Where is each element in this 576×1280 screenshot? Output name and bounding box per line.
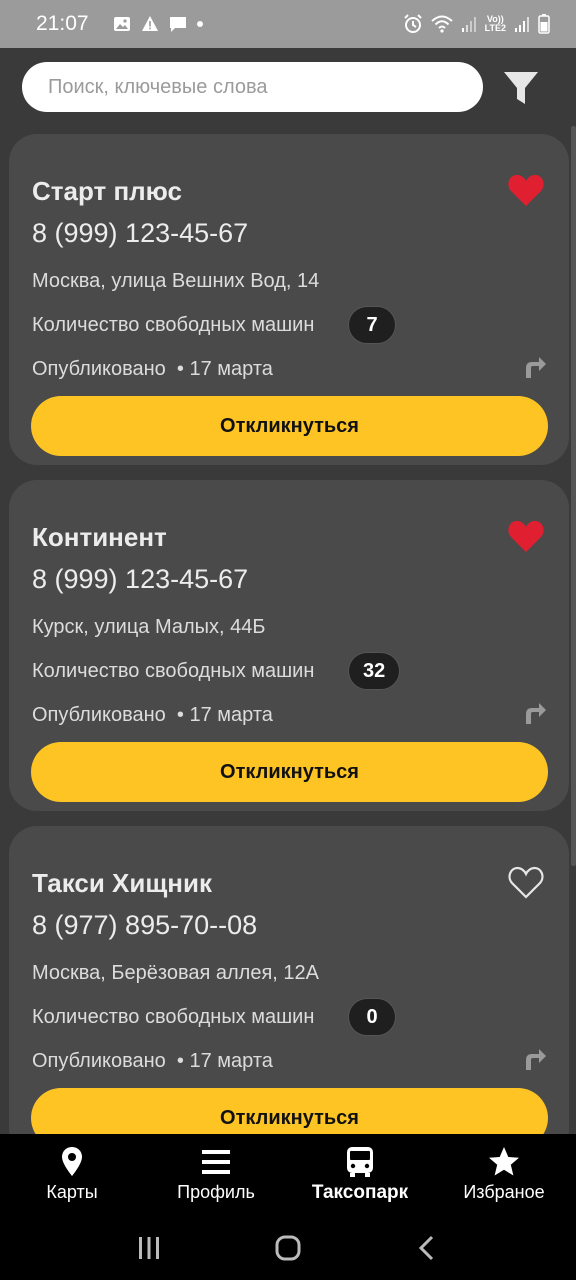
card-title: Такси Хищник bbox=[32, 868, 212, 898]
card-phone[interactable]: 8 (999) 123-45-67 bbox=[32, 218, 248, 249]
bus-icon bbox=[347, 1147, 373, 1177]
heart-filled-icon[interactable] bbox=[507, 518, 545, 554]
bottom-nav: Карты Профиль Таксопарк Избраное bbox=[0, 1134, 576, 1216]
share-arrow-icon[interactable] bbox=[523, 354, 547, 380]
alarm-icon bbox=[403, 14, 422, 33]
nav-item-maps[interactable]: Карты bbox=[0, 1134, 144, 1216]
volte-lte2-icon: Vo)) LTE2 bbox=[485, 15, 506, 33]
card-address: Москва, улица Вешних Вод, 14 bbox=[32, 270, 320, 292]
share-arrow-icon[interactable] bbox=[523, 1046, 547, 1072]
dot-icon bbox=[196, 21, 203, 27]
respond-button[interactable]: Откликнуться bbox=[31, 742, 548, 802]
search-input[interactable]: Поиск, ключевые слова bbox=[22, 62, 483, 112]
card-phone[interactable]: 8 (977) 895-70--08 bbox=[32, 910, 257, 941]
image-icon bbox=[113, 17, 130, 31]
status-bar: 21:07 Vo)) LTE2 bbox=[0, 0, 576, 48]
taxi-park-card: Старт плюс 8 (999) 123-45-67 Москва, ули… bbox=[9, 134, 569, 465]
free-cars-count-badge: 32 bbox=[348, 652, 401, 690]
chat-icon bbox=[169, 17, 186, 32]
filter-icon[interactable] bbox=[502, 68, 540, 108]
search-row: Поиск, ключевые слова bbox=[22, 62, 542, 112]
warning-icon bbox=[141, 16, 158, 31]
nav-label: Карты bbox=[46, 1182, 98, 1202]
published-date: Опубликовано • 17 марта bbox=[32, 704, 273, 726]
nav-label: Профиль bbox=[177, 1182, 255, 1202]
scrollbar[interactable] bbox=[571, 126, 576, 866]
menu-icon bbox=[202, 1150, 230, 1174]
system-nav-bar bbox=[0, 1216, 576, 1280]
network-label-bottom: LTE2 bbox=[484, 23, 506, 33]
free-cars-count-badge: 0 bbox=[348, 998, 396, 1036]
signal-icon bbox=[461, 17, 476, 32]
home-icon[interactable] bbox=[273, 1233, 303, 1263]
search-placeholder: Поиск, ключевые слова bbox=[48, 75, 268, 98]
nav-label: Таксопарк bbox=[311, 1182, 409, 1203]
heart-outline-icon[interactable] bbox=[507, 864, 545, 900]
share-arrow-icon[interactable] bbox=[523, 700, 547, 726]
heart-filled-icon[interactable] bbox=[507, 172, 545, 208]
wifi-icon bbox=[430, 15, 453, 33]
card-address: Москва, Берёзовая аллея, 12А bbox=[32, 962, 319, 984]
card-phone[interactable]: 8 (999) 123-45-67 bbox=[32, 564, 248, 595]
back-icon[interactable] bbox=[412, 1233, 442, 1263]
free-cars-label: Количество свободных машин bbox=[32, 660, 315, 682]
free-cars-count-badge: 7 bbox=[348, 306, 396, 344]
free-cars-label: Количество свободных машин bbox=[32, 314, 315, 336]
screen: 21:07 Vo)) LTE2 Поиск, ключевые слова Ст… bbox=[0, 0, 576, 1280]
signal-icon bbox=[515, 17, 529, 32]
taxi-park-card: Такси Хищник 8 (977) 895-70--08 Москва, … bbox=[9, 826, 569, 1157]
battery-icon bbox=[538, 14, 550, 34]
card-address: Курск, улица Малых, 44Б bbox=[32, 616, 266, 638]
nav-item-favorites[interactable]: Избраное bbox=[432, 1134, 576, 1216]
card-title: Старт плюс bbox=[32, 176, 183, 206]
respond-button[interactable]: Откликнуться bbox=[31, 396, 548, 456]
map-pin-icon bbox=[62, 1147, 82, 1176]
nav-item-profile[interactable]: Профиль bbox=[144, 1134, 288, 1216]
star-icon bbox=[489, 1147, 519, 1176]
status-time: 21:07 bbox=[36, 12, 89, 35]
published-date: Опубликовано • 17 марта bbox=[32, 1050, 273, 1072]
taxi-park-card: Континент 8 (999) 123-45-67 Курск, улица… bbox=[9, 480, 569, 811]
recent-apps-icon[interactable] bbox=[134, 1233, 164, 1263]
card-title: Континент bbox=[32, 522, 167, 552]
free-cars-label: Количество свободных машин bbox=[32, 1006, 315, 1028]
nav-item-taxipark[interactable]: Таксопарк bbox=[288, 1134, 432, 1216]
published-date: Опубликовано • 17 марта bbox=[32, 358, 273, 380]
nav-label: Избраное bbox=[463, 1182, 545, 1202]
